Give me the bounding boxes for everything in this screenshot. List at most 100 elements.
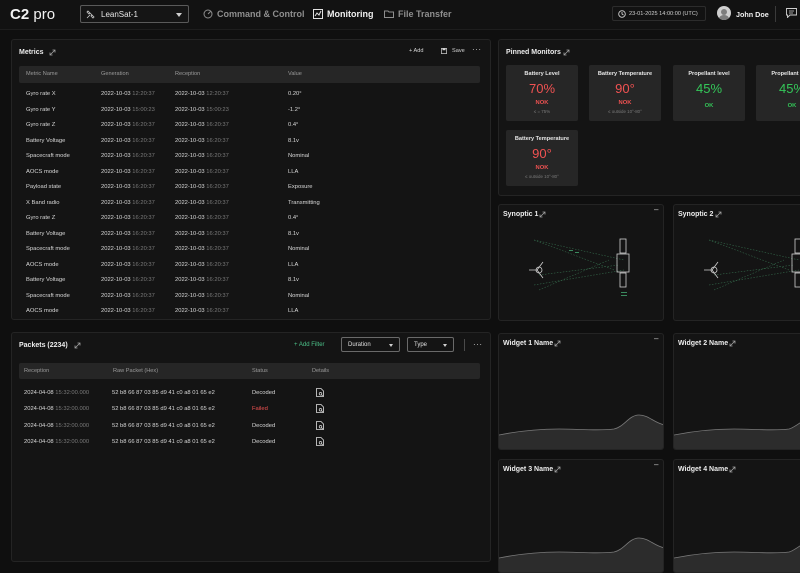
expand-icon[interactable] [74,342,81,349]
reception-time: 2022-10-03 16:20:37 [175,184,229,190]
table-row[interactable]: Battery Voltage 2022-10-03 16:20:37 2022-1… [19,273,480,289]
document-details-icon[interactable] [316,388,324,397]
widget-area-chart [499,537,663,572]
metrics-panel: Metrics + Add Save ··· Metric Name Gener… [11,39,491,320]
metric-value: Transmitting [288,199,320,206]
metric-value: Nominal [288,246,310,252]
table-row[interactable]: Gyro rate X 2022-10-03 12:20:37 2022-10-03… [19,87,480,103]
table-row[interactable]: Spacecraft mode 2022-10-03 16:20:37 2022-1… [19,242,480,258]
expand-icon[interactable] [554,466,561,473]
chat-icon[interactable] [786,8,797,18]
metric-value: -1.2° [288,106,301,113]
reception-time: 2022-10-03 16:20:37 [175,122,229,128]
table-row[interactable]: 2024-04-08 15:32:00.000 52 b8 66 87 03 85… [20,419,490,435]
generation-time: 2022-10-03 12:20:37 [101,91,155,97]
reception-time: 2022-10-03 16:20:37 [175,215,229,221]
collapse-icon[interactable]: – [654,461,659,469]
monitor-card[interactable]: Battery Temperature 90° NOK ≤ outside 10°-8… [506,130,578,186]
collapse-icon[interactable]: – [654,206,659,214]
generation-time: 2022-10-03 16:20:37 [101,122,155,128]
monitor-title: Propellant level [688,71,730,77]
table-row[interactable]: Battery Voltage 2022-10-03 16:20:37 2022-1… [19,134,480,150]
avatar[interactable] [717,6,731,20]
pinned-monitors-panel: Pinned Monitors Battery Level 70% NOK ≤ = 7… [498,39,800,196]
more-options-icon[interactable]: ··· [473,341,483,349]
metric-name: Battery Voltage [26,137,66,144]
expand-icon[interactable] [563,49,570,56]
generation-time: 2022-10-03 16:20:37 [101,215,155,221]
table-row[interactable]: 2024-04-08 15:32:00.000 52 b8 66 87 03 85… [20,435,490,451]
more-options-icon[interactable]: ··· [472,46,482,54]
collapse-icon[interactable]: – [654,335,659,343]
widget-area-chart [499,414,663,449]
packets-panel: Packets (2234) + Add Filter Duration Typ… [11,332,491,562]
metric-name: AOCS mode [26,168,59,175]
widget-1-panel: Widget 1 Name – [498,333,664,450]
generation-time: 2022-10-03 16:20:37 [101,184,155,190]
table-row[interactable]: AOCS mode 2022-10-03 16:20:37 2022-10-03 1… [19,165,480,181]
col-value: Value [288,71,302,77]
table-row[interactable]: AOCS mode 2022-10-03 16:20:37 2022-10-03 1… [19,258,480,274]
table-row[interactable]: Gyro rate Z 2022-10-03 16:20:37 2022-10-03… [19,211,480,227]
metric-name: Gyro rate Z [26,122,56,128]
expand-icon[interactable] [539,211,546,218]
packet-status: Decoded [252,422,276,429]
reception-time: 2022-10-03 16:20:37 [175,246,229,252]
reception-time: 2022-10-03 16:20:37 [175,230,229,237]
table-row[interactable]: X Band radio 2022-10-03 16:20:37 2022-10-0… [19,196,480,212]
type-dropdown[interactable]: Type [407,337,454,352]
metric-value: 0.4° [288,215,299,221]
monitor-value: 90° [615,81,635,96]
monitor-title: Battery Level [524,71,560,77]
col-generation: Generation [101,71,129,77]
table-row[interactable]: Battery Voltage 2022-10-03 16:20:37 2022-1… [19,227,480,243]
duration-dropdown[interactable]: Duration [341,337,400,352]
table-row[interactable]: 2024-04-08 15:32:00.000 52 b8 66 87 03 85… [20,386,490,402]
chevron-down-icon [443,344,447,347]
add-filter-button[interactable]: + Add Filter [294,342,325,348]
expand-icon[interactable] [729,340,736,347]
app-logo[interactable]: C2 pro [10,6,55,23]
table-row[interactable]: Spacecraft mode 2022-10-03 16:20:37 2022-1… [19,149,480,165]
monitor-card[interactable]: Battery Temperature 90° NOK ≤ outside 10°-8… [589,65,661,121]
metric-value: 8.1v [288,277,299,283]
metric-value: Nominal [288,292,310,299]
table-row[interactable]: Spacecraft mode 2022-10-03 16:20:37 2022-1… [19,289,480,305]
satellite-diagram [529,238,630,296]
table-row[interactable]: Payload state 2022-10-03 16:20:37 2022-10-… [19,180,480,196]
expand-icon[interactable] [49,49,56,56]
reception-time: 2022-10-03 16:20:37 [175,137,229,144]
widget-title: Widget 2 Name [678,340,729,347]
table-row[interactable]: Gyro rate Z 2022-10-03 16:20:37 2022-10-03… [19,118,480,134]
table-row[interactable]: 2024-04-08 15:32:00.000 52 b8 66 87 03 85… [20,402,490,418]
table-row[interactable]: AOCS mode 2022-10-03 16:20:37 2022-10-03 1… [19,304,480,319]
expand-icon[interactable] [715,211,722,218]
reception-time: 2022-10-03 12:20:37 [175,91,229,97]
metric-value: 8.1v [288,137,299,144]
utc-clock: 23-01-2025 14:00:00 (UTC) [612,6,706,21]
generation-time: 2022-10-03 16:20:37 [101,137,155,144]
table-row[interactable]: Gyro rate Y 2022-10-03 15:00:23 2022-10-03… [19,103,480,119]
satellite-select[interactable]: LeanSat-1 [80,5,189,23]
monitor-card[interactable]: Propellant level 45% OK [756,65,800,121]
reception-time: 2022-10-03 15:00:23 [175,106,229,113]
document-details-icon[interactable] [316,436,324,446]
monitor-card[interactable]: Battery Level 70% NOK ≤ = 75% [506,65,578,121]
expand-icon[interactable] [729,466,736,473]
metric-value: LLA [288,168,299,175]
document-details-icon[interactable] [316,404,324,414]
monitor-card[interactable]: Propellant level 45% OK [673,65,745,121]
user-name[interactable]: John Doe [736,10,769,19]
pinned-monitors-title: Pinned Monitors [506,49,561,56]
add-button[interactable]: + Add [409,48,423,54]
document-details-icon[interactable] [316,420,324,430]
monitor-status: NOK [535,100,549,106]
reception-time: 2022-10-03 16:20:37 [175,261,229,268]
monitor-threshold: ≤ = 75% [533,109,551,114]
metrics-title: Metrics [19,49,44,56]
expand-icon[interactable] [554,340,561,347]
packet-status: Failed [252,406,268,413]
col-reception: Reception [175,71,201,77]
monitor-value: 70% [528,81,556,96]
metric-name: Battery Voltage [26,277,66,283]
